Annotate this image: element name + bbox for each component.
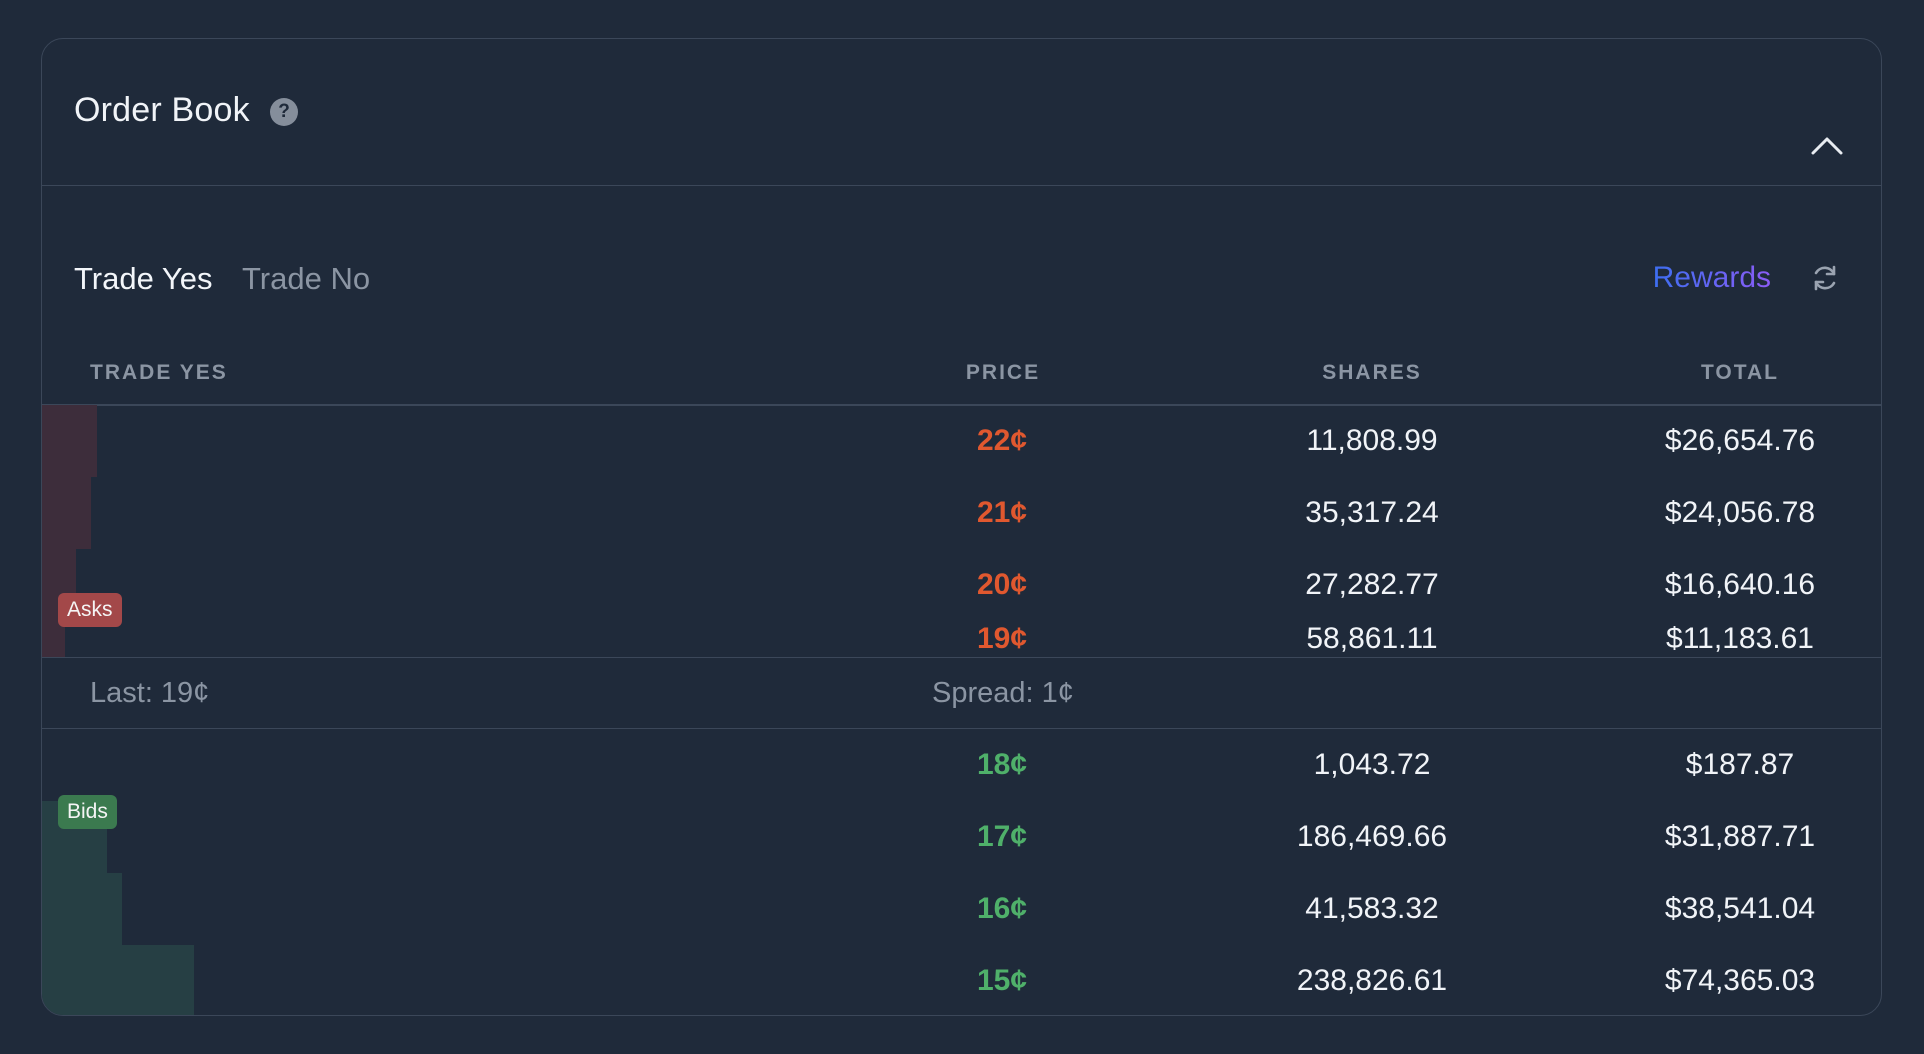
ask-price: 22¢: [976, 424, 1028, 457]
ask-row[interactable]: 19¢ 58,861.11 $11,183.61: [42, 621, 1881, 657]
bid-price: 18¢: [976, 748, 1028, 781]
bid-row[interactable]: 16¢ 41,583.32 $38,541.04: [42, 873, 1881, 945]
ask-row[interactable]: 22¢ 11,808.99 $26,654.76: [42, 405, 1881, 477]
bid-shares: 1,043.72: [1313, 748, 1431, 781]
ask-price: 21¢: [976, 496, 1028, 529]
bid-price: 15¢: [976, 964, 1028, 997]
bid-row[interactable]: 15¢ 238,826.61 $74,365.03: [42, 945, 1881, 1015]
bid-row[interactable]: 18¢ 1,043.72 $187.87: [42, 729, 1881, 801]
bid-total: $74,365.03: [1664, 964, 1816, 997]
ask-total: $26,654.76: [1664, 424, 1816, 457]
bid-total: $31,887.71: [1664, 820, 1816, 853]
last-price: Last: 19¢: [90, 677, 210, 709]
order-book-header[interactable]: Order Book ?: [42, 39, 1881, 186]
help-icon[interactable]: ?: [270, 98, 298, 126]
trade-tabs: Trade Yes Trade No Rewards: [42, 185, 1881, 297]
column-header-total[interactable]: TOTAL: [1590, 361, 1881, 385]
order-book-panel: Order Book ? Trade Yes Trade No Rewards …: [41, 38, 1882, 1016]
spread-value: Spread: 1¢: [932, 677, 1074, 709]
tab-trade-yes[interactable]: Trade Yes: [74, 261, 212, 297]
ask-shares: 11,808.99: [1306, 424, 1438, 457]
spread-bar: Last: 19¢ Spread: 1¢: [42, 657, 1881, 729]
bids-badge: Bids: [58, 795, 117, 829]
bid-depth-bar: [42, 945, 194, 1015]
bid-shares: 238,826.61: [1296, 964, 1448, 997]
rewards-link[interactable]: Rewards: [1653, 261, 1771, 295]
asks-badge: Asks: [58, 593, 122, 627]
chevron-up-icon[interactable]: [1807, 131, 1847, 159]
bid-row[interactable]: 17¢ 186,469.66 $31,887.71: [42, 801, 1881, 873]
ask-shares: 35,317.24: [1305, 496, 1439, 529]
column-header-shares[interactable]: SHARES: [1222, 361, 1522, 385]
ask-total: $24,056.78: [1664, 496, 1816, 529]
bid-total: $187.87: [1685, 748, 1795, 781]
bid-price: 16¢: [976, 892, 1028, 925]
tab-trade-no[interactable]: Trade No: [242, 261, 370, 297]
bid-depth-bar: [42, 873, 122, 945]
bid-shares: 41,583.32: [1305, 892, 1439, 925]
ask-row[interactable]: 21¢ 35,317.24 $24,056.78: [42, 477, 1881, 549]
column-header-side: TRADE YES: [90, 361, 228, 384]
ask-depth-bar: [42, 405, 97, 477]
bid-shares: 186,469.66: [1296, 820, 1448, 853]
column-header-price[interactable]: PRICE: [928, 361, 1078, 385]
bid-price: 17¢: [976, 820, 1028, 853]
page-title: Order Book: [74, 91, 250, 129]
ask-depth-bar: [42, 477, 91, 549]
bid-total: $38,541.04: [1664, 892, 1816, 925]
refresh-icon[interactable]: [1809, 262, 1841, 294]
